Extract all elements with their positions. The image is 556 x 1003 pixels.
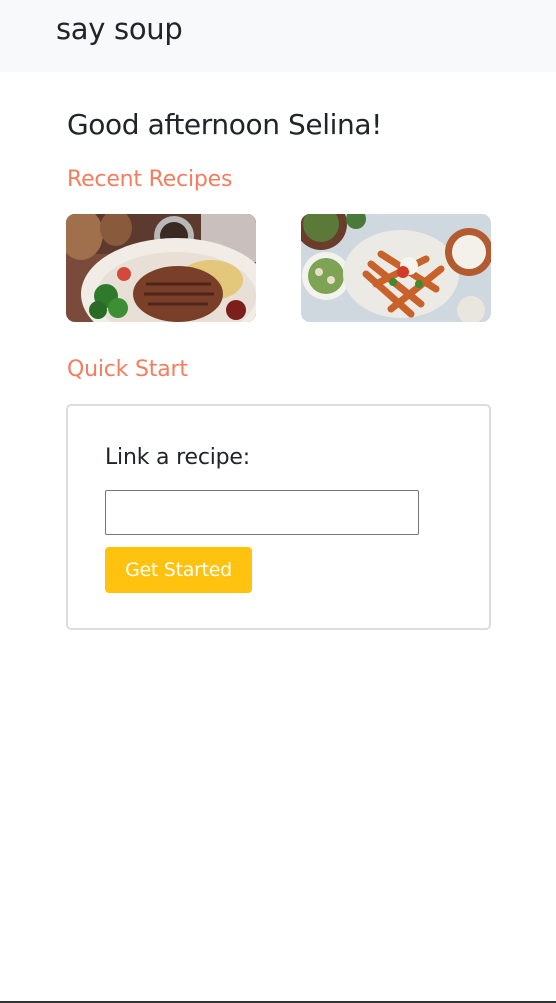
recipe-link-input[interactable]: [105, 490, 419, 535]
recent-recipe-card[interactable]: [301, 214, 491, 322]
quick-start-heading: Quick Start: [67, 357, 188, 382]
loaded-fries-platter-image: [301, 214, 491, 322]
grilled-steak-plate-image: [66, 214, 256, 322]
navbar: say soup: [0, 0, 556, 72]
brand-logo-link[interactable]: say soup: [56, 12, 183, 46]
greeting-heading: Good afternoon Selina!: [67, 108, 382, 141]
link-recipe-label: Link a recipe:: [105, 445, 250, 470]
recent-recipes-heading: Recent Recipes: [67, 167, 233, 192]
get-started-button[interactable]: Get Started: [105, 547, 252, 593]
recent-recipe-card[interactable]: [66, 214, 256, 322]
quick-start-card: Link a recipe: Get Started: [66, 404, 491, 630]
